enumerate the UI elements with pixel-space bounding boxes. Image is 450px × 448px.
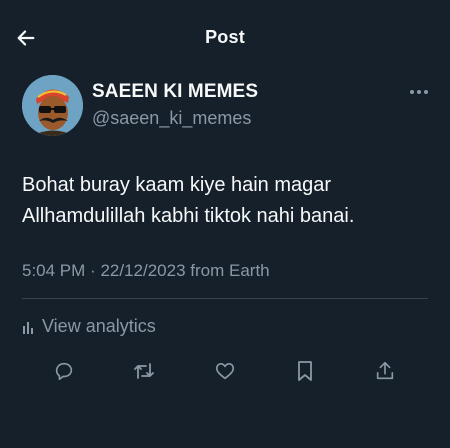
avatar[interactable] <box>22 75 83 136</box>
reply-icon <box>53 360 75 382</box>
author-handle[interactable]: @saeen_ki_memes <box>92 108 251 129</box>
repost-button[interactable] <box>131 358 157 384</box>
view-analytics-label: View analytics <box>42 316 156 336</box>
post-source: from Earth <box>190 261 270 280</box>
top-bar: Post <box>0 0 450 76</box>
post-date[interactable]: 22/12/2023 <box>100 261 185 280</box>
author-display-name[interactable]: SAEEN KI MEMES <box>92 81 258 103</box>
more-horizontal-icon <box>409 89 429 95</box>
reply-button[interactable] <box>51 358 77 384</box>
bar-chart-icon <box>22 320 36 334</box>
post-text: Bohat buray kaam kiye hain magar Allhamd… <box>22 174 355 227</box>
repost-icon <box>132 360 156 382</box>
post-meta: 5:04 PM · 22/12/2023 from Earth <box>22 261 270 281</box>
meta-separator: · <box>90 261 96 280</box>
divider <box>22 298 428 299</box>
share-icon <box>374 360 396 382</box>
share-button[interactable] <box>372 358 398 384</box>
page-title: Post <box>205 27 245 47</box>
post-time[interactable]: 5:04 PM <box>22 261 85 280</box>
bookmark-button[interactable] <box>292 358 318 384</box>
heart-icon <box>214 360 236 382</box>
like-button[interactable] <box>212 358 238 384</box>
more-options-button[interactable] <box>405 82 433 102</box>
view-analytics-link[interactable]: View analytics <box>22 316 156 337</box>
bookmark-icon <box>295 360 315 382</box>
